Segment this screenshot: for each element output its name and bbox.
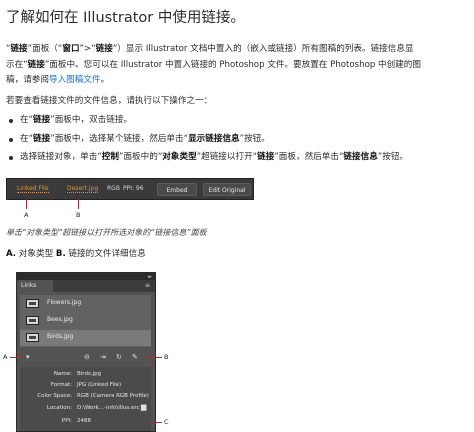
panel-callout-c: C [164, 418, 169, 426]
update-link-icon[interactable]: ↻ [116, 353, 122, 361]
intro-paragraph: “链接”面板（“窗口”>“链接”）显示 Illustrator 文档中置入的（嵌… [6, 44, 421, 85]
file-name-link[interactable]: Desert.jpg [67, 185, 99, 193]
panel-tab-bar: Links ≡ [17, 280, 155, 292]
links-list: Flowers.jpg Bees.jpg Birds.jpg [20, 295, 151, 347]
callout-line-b [146, 357, 162, 358]
info-label: Location: [46, 405, 72, 411]
list-item: 在“链接”面板中，选择某个链接，然后单击“显示链接信息”按钮。 [6, 132, 466, 148]
info-label: Name: [53, 371, 72, 377]
import-artwork-link[interactable]: 导入图稿文件 [49, 75, 101, 85]
info-value: JPG (Linked File) [77, 382, 122, 388]
figure-legend: A. 对象类型 B. 链接的文件详细信息 [6, 249, 146, 259]
ppi-value: PPI: 96 [123, 185, 144, 192]
panel-callout-b: B [164, 353, 169, 361]
panel-menu-icon[interactable]: ≡ [145, 282, 150, 289]
callout-line-b [78, 199, 79, 209]
callout-b: B [76, 211, 81, 219]
links-panel: ▸▸ Links ≡ Flowers.jpg Bees.jpg Birds.jp… [16, 272, 156, 432]
link-info-section: Name: Birds.jpg Format: JPG (Linked File… [20, 367, 151, 431]
figure-caption: 单击“对象类型”超链接以打开所选对象的“链接信息”面板 [6, 228, 207, 237]
list-item-selected[interactable]: Birds.jpg [20, 330, 151, 346]
callout-line-a [26, 199, 27, 209]
steps-intro: 若要查看链接文件的文件信息，请执行以下操作之一： [6, 96, 213, 106]
relink-icon[interactable]: ⊖ [84, 353, 90, 361]
page-title: 了解如何在 Illustrator 中使用链接。 [6, 10, 245, 26]
folder-icon[interactable]: ▆ [141, 403, 146, 411]
info-value: D:\Work...-info\illus.erc [77, 405, 140, 411]
info-value: Birds.jpg [77, 371, 102, 377]
embed-button[interactable]: Embed [157, 183, 197, 196]
panel-callout-a: A [3, 353, 8, 361]
steps-list: 在“链接”面板中，双击链接。 在“链接”面板中，选择某个链接，然后单击“显示链接… [6, 113, 466, 166]
linked-file-link[interactable]: Linked File [17, 185, 49, 193]
thumbnail-icon [26, 299, 39, 308]
info-label: PPI: [61, 418, 72, 424]
list-item[interactable]: Bees.jpg [20, 313, 151, 329]
edit-original-icon[interactable]: ✎ [132, 353, 138, 361]
thumbnail-icon [26, 316, 39, 325]
list-item[interactable]: Flowers.jpg [20, 296, 151, 312]
list-item: 在“链接”面板中，双击链接。 [6, 113, 466, 129]
callout-a: A [24, 211, 29, 219]
info-label: Color Space: [37, 393, 72, 399]
color-mode: RGB [107, 185, 120, 192]
control-panel-strip: Linked File Desert.jpg RGB PPI: 96 Embed… [6, 178, 254, 200]
panel-toolbar: ▾ ⊖ ⇥ ↻ ✎ [20, 353, 151, 364]
tab-links[interactable]: Links [17, 280, 53, 292]
show-info-icon[interactable]: ▾ [26, 353, 30, 361]
callout-line-c [150, 422, 162, 423]
list-item: 选择链接对象，单击“控制”面板中的“对象类型”超链接以打开“链接”面板，然后单击… [6, 150, 466, 166]
info-value: RGB (Camera RGB Profile) [77, 393, 149, 399]
info-value: 2488 [77, 418, 91, 424]
go-to-link-icon[interactable]: ⇥ [100, 353, 106, 361]
edit-original-button[interactable]: Edit Original [203, 183, 251, 196]
callout-line-a [10, 357, 24, 358]
info-label: Format: [50, 382, 72, 388]
panel-title-bar: ▸▸ [17, 273, 155, 280]
thumbnail-icon [26, 333, 39, 342]
